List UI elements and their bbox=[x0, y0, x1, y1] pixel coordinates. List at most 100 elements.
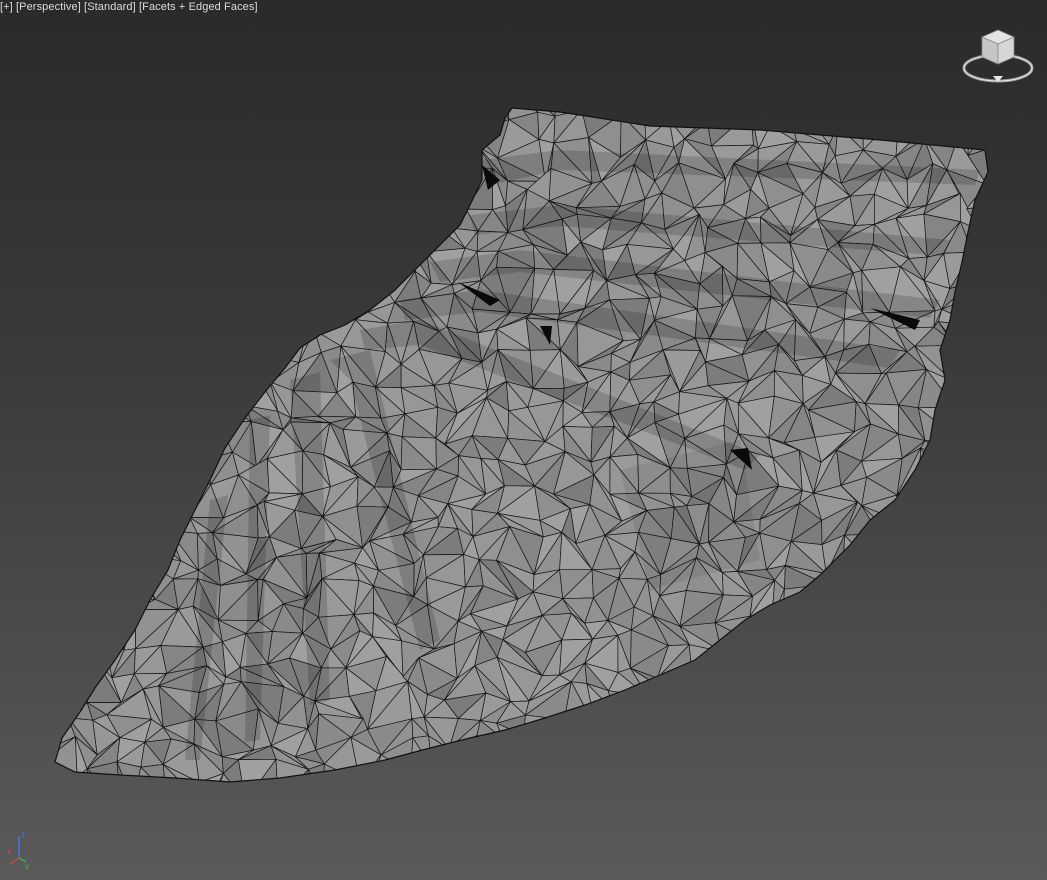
mesh-face bbox=[201, 138, 232, 163]
mesh-face bbox=[537, 789, 560, 828]
mesh-face bbox=[859, 624, 905, 653]
mesh-face bbox=[349, 188, 370, 238]
mesh-face bbox=[249, 247, 280, 278]
rock-mesh[interactable] bbox=[0, 0, 1047, 880]
mesh-face bbox=[98, 255, 118, 280]
mesh-face bbox=[810, 615, 853, 648]
mesh-face bbox=[912, 513, 954, 541]
mesh-face bbox=[826, 570, 845, 586]
mesh-face bbox=[140, 414, 180, 437]
mesh-face bbox=[341, 799, 367, 828]
mesh-face bbox=[347, 769, 377, 782]
perspective-viewport[interactable]: [+] [Perspective] [Standard] [Facets + E… bbox=[0, 0, 1047, 880]
mesh-face bbox=[257, 317, 272, 347]
mesh-face bbox=[292, 801, 324, 831]
x-axis-label: x bbox=[7, 847, 11, 856]
mesh-face bbox=[133, 793, 166, 815]
mesh-face bbox=[842, 534, 877, 572]
mesh-face bbox=[265, 247, 302, 278]
viewport-display-mode-menu[interactable]: [Facets + Edged Faces] bbox=[139, 1, 258, 13]
mesh-face bbox=[324, 110, 362, 159]
mesh-face bbox=[732, 771, 761, 782]
mesh-face bbox=[318, 188, 351, 231]
mesh-face bbox=[826, 762, 857, 782]
mesh-face bbox=[190, 245, 233, 286]
mesh-face bbox=[124, 505, 137, 538]
mesh-face bbox=[121, 283, 134, 314]
mesh-face bbox=[391, 188, 433, 225]
mesh-face bbox=[185, 321, 228, 346]
mesh-face bbox=[951, 366, 981, 382]
mesh-face bbox=[121, 377, 153, 417]
mesh-face bbox=[67, 371, 96, 417]
mesh-face bbox=[60, 625, 93, 653]
mesh-face bbox=[856, 786, 879, 826]
mesh-face bbox=[628, 795, 655, 819]
viewport-label-menu[interactable]: [+] [Perspective] [Standard] [Facets + E… bbox=[0, 1, 258, 13]
mesh-face bbox=[167, 317, 200, 346]
mesh-face bbox=[923, 122, 958, 140]
mesh-face bbox=[166, 403, 199, 443]
mesh-face bbox=[225, 230, 250, 247]
mesh-face bbox=[94, 293, 123, 336]
mesh-face bbox=[55, 539, 59, 553]
mesh-face bbox=[145, 432, 179, 468]
mesh-face bbox=[979, 795, 995, 820]
mesh-face bbox=[731, 761, 761, 782]
mesh-face bbox=[917, 406, 962, 442]
mesh-face bbox=[749, 641, 780, 680]
mesh-face bbox=[117, 559, 157, 600]
mesh-face bbox=[457, 760, 480, 782]
mesh-face bbox=[812, 108, 839, 127]
mesh-face bbox=[938, 321, 970, 367]
mesh-face bbox=[341, 800, 383, 830]
mesh-face bbox=[975, 295, 988, 328]
mesh-face bbox=[772, 710, 792, 758]
mesh-face bbox=[826, 762, 857, 782]
mesh-face bbox=[912, 473, 940, 517]
mesh-face bbox=[231, 230, 251, 263]
mesh-face bbox=[762, 693, 795, 728]
mesh-face bbox=[635, 776, 660, 782]
mesh-face bbox=[706, 792, 752, 823]
mesh-face bbox=[60, 632, 104, 677]
mesh-face bbox=[760, 794, 796, 817]
mesh-face bbox=[897, 620, 936, 653]
mesh-face bbox=[245, 802, 278, 814]
mesh-face bbox=[718, 685, 750, 714]
mesh-face bbox=[852, 635, 878, 661]
mesh-face bbox=[109, 108, 137, 122]
mesh-face bbox=[693, 659, 720, 700]
mesh-face bbox=[679, 747, 707, 766]
mesh-triangles bbox=[55, 108, 995, 831]
mesh-face bbox=[55, 273, 75, 310]
viewport-plus-menu[interactable]: [+] bbox=[0, 1, 13, 13]
viewcube-icon[interactable] bbox=[960, 24, 1036, 90]
mesh-face bbox=[126, 461, 151, 497]
mesh-face bbox=[788, 762, 828, 782]
mesh-face bbox=[55, 371, 69, 415]
mesh-face bbox=[926, 620, 960, 635]
mesh-face bbox=[86, 433, 127, 459]
viewport-pov-menu[interactable]: [Perspective] bbox=[16, 1, 81, 13]
mesh-face bbox=[972, 224, 988, 253]
mesh-face bbox=[563, 719, 597, 742]
mesh-face bbox=[849, 623, 862, 648]
mesh-face bbox=[248, 203, 264, 232]
viewport-shading-quality-menu[interactable]: [Standard] bbox=[84, 1, 136, 13]
mesh-face bbox=[55, 500, 66, 541]
mesh-face bbox=[270, 293, 293, 327]
mesh-face bbox=[55, 562, 98, 600]
mesh-face bbox=[55, 412, 67, 439]
rock-geometry[interactable] bbox=[29, 84, 1014, 833]
mesh-face bbox=[986, 143, 988, 185]
mesh-face bbox=[949, 789, 983, 820]
mesh-face bbox=[959, 623, 978, 640]
mesh-face bbox=[837, 108, 884, 123]
mesh-face bbox=[65, 169, 104, 203]
mesh-face bbox=[162, 232, 192, 260]
mesh-face bbox=[55, 169, 71, 198]
mesh-face bbox=[616, 737, 637, 778]
mesh-face bbox=[55, 308, 75, 330]
mesh-face bbox=[55, 552, 59, 592]
